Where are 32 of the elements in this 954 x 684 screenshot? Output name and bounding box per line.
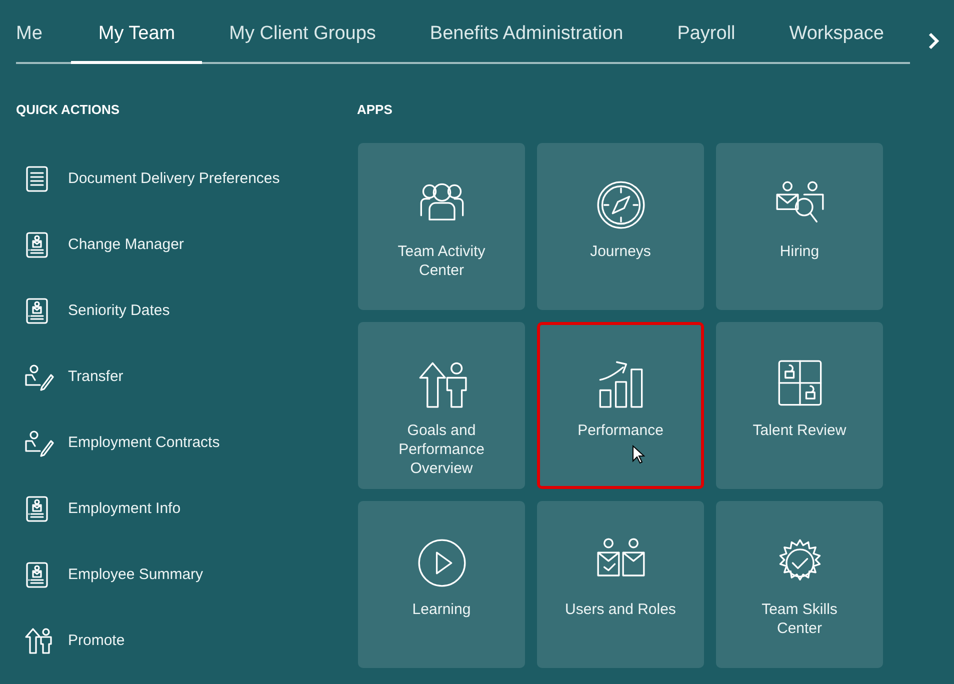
nav-tab[interactable]: Workspace [762, 20, 911, 64]
chevron-right-icon[interactable] [928, 32, 940, 50]
nav-tab[interactable]: Benefits Administration [402, 20, 650, 64]
section-heading: QUICK ACTIONS [16, 100, 121, 118]
compass-icon [596, 180, 646, 230]
app-tile[interactable]: Learning [358, 500, 525, 668]
quick-action-link[interactable]: Promote [68, 630, 125, 653]
nav-tab[interactable]: My Team [71, 20, 202, 64]
nav-tab[interactable]: Me [16, 20, 72, 64]
quick-action-link[interactable]: Seniority Dates [68, 300, 170, 323]
quick-action-link[interactable]: Employment Contracts [68, 432, 220, 455]
quick-action-link[interactable]: Employment Info [68, 498, 181, 521]
app-tile[interactable]: Journeys [537, 142, 704, 310]
app-tile[interactable]: Goals and Performance Overview [358, 322, 525, 488]
edit-icon [24, 428, 54, 458]
app-tile[interactable]: Performance [537, 322, 704, 488]
quick-action-link[interactable]: Employee Summary [68, 564, 204, 587]
mouse-cursor-icon [632, 444, 645, 464]
nav-tab[interactable]: My Client Groups [202, 20, 403, 64]
edit-icon [24, 362, 54, 392]
app-tile[interactable]: Talent Review [716, 322, 883, 488]
quick-action-link[interactable]: Transfer [68, 366, 124, 389]
quick-action-link[interactable]: Change Manager [68, 234, 184, 257]
promote-icon [24, 626, 54, 656]
app-tile[interactable]: Users and Roles [537, 500, 704, 668]
app-tile[interactable]: Team Activity Center [358, 142, 525, 310]
play-icon [416, 538, 466, 588]
app-tile[interactable]: Team Skills Center [716, 500, 883, 668]
app-tile[interactable]: Hiring [716, 142, 883, 310]
section-heading: APPS [357, 100, 394, 118]
nav-tab[interactable]: Payroll [650, 20, 762, 64]
quick-action-link[interactable]: Document Delivery Preferences [68, 168, 280, 191]
